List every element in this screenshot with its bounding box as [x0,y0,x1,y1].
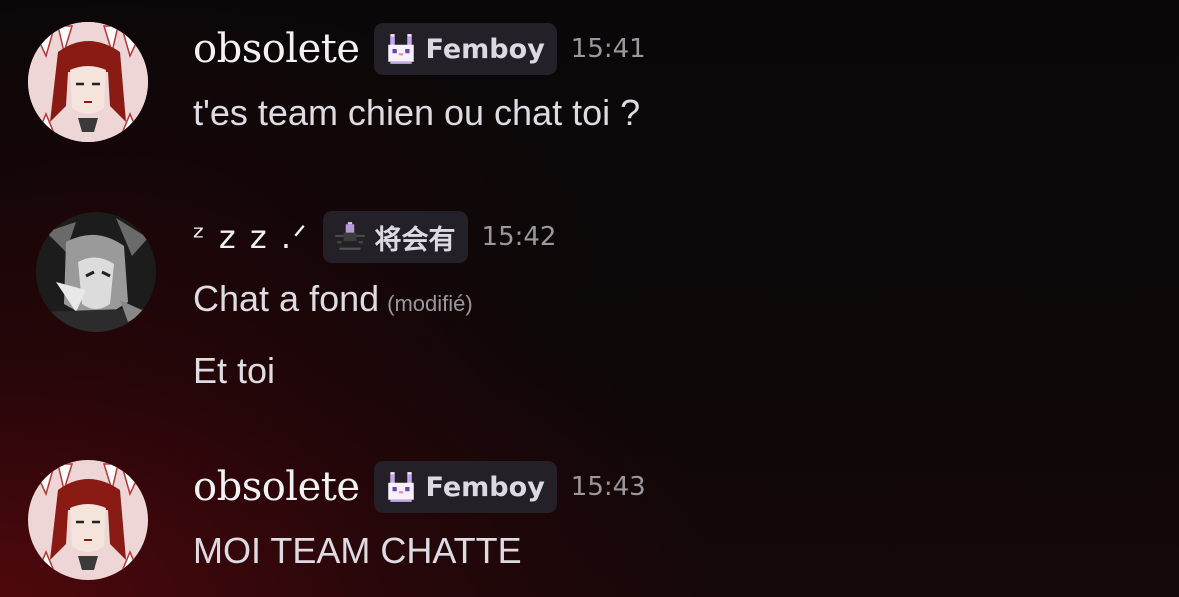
message-text: Et toi [193,350,276,391]
timestamp[interactable]: 15:43 [571,472,646,502]
bunny-icon [387,34,414,64]
message-header: ᶻ z 𝗓 .ᐟ 将会有 15:42 [193,210,556,264]
avatar-image [28,460,148,580]
timestamp[interactable]: 15:41 [571,34,646,64]
role-tag[interactable]: Femboy [373,23,557,75]
role-tag-label: Femboy [425,33,545,65]
avatar[interactable] [36,212,156,332]
username[interactable]: obsolete [193,26,360,72]
username[interactable]: ᶻ z 𝗓 .ᐟ [193,218,309,256]
message-text: MOI TEAM CHATTE [193,530,522,571]
role-tag[interactable]: 将会有 [322,211,468,263]
avatar-image [36,212,156,332]
message-header: obsolete Femboy 15:41 [193,22,646,76]
spider-icon [334,222,365,250]
role-tag-label: 将会有 [374,224,456,256]
bunny-icon [387,472,414,502]
message-text: Chat a fond (modifié) [193,278,473,320]
message-text-content: Chat a fond [193,278,380,319]
avatar[interactable] [28,460,148,580]
avatar-image [28,22,148,142]
role-tag[interactable]: Femboy [373,461,557,513]
avatar[interactable] [28,22,148,142]
message-header: obsolete Femboy 15:43 [193,460,646,514]
role-tag-label: Femboy [425,471,545,503]
username[interactable]: obsolete [193,464,360,510]
timestamp[interactable]: 15:42 [482,222,557,252]
edited-indicator: (modifié) [387,291,473,316]
message-text: t'es team chien ou chat toi ? [193,92,641,133]
